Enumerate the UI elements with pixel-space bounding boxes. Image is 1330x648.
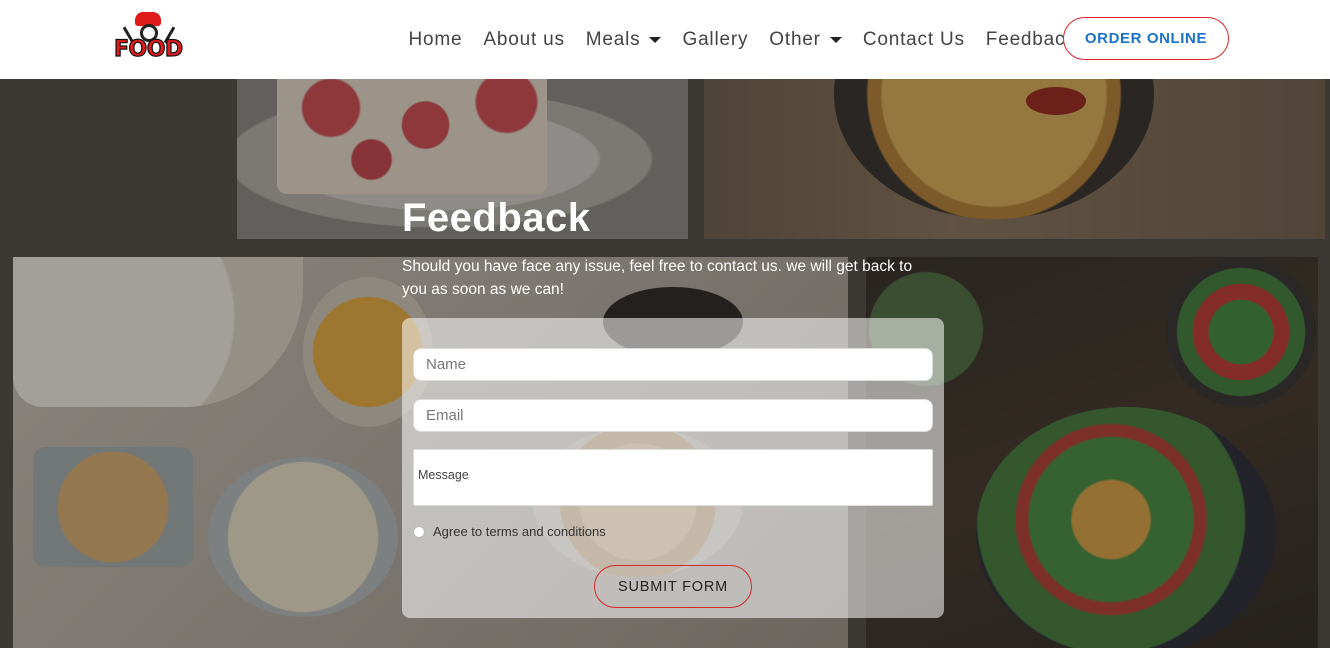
caret-down-icon [649, 36, 662, 43]
logo-text: FOOD [113, 37, 183, 62]
nav-gallery-label: Gallery [682, 28, 749, 50]
feedback-form: Agree to terms and conditions SUBMIT FOR… [402, 318, 944, 618]
navbar: FOOD Home About us Meals Gallery Other C… [0, 0, 1330, 79]
feedback-description: Should you have face any issue, feel fre… [402, 258, 913, 298]
message-textarea[interactable] [413, 449, 933, 506]
nav-other-dropdown[interactable]: Other [759, 29, 853, 51]
agree-terms-radio[interactable] [413, 525, 425, 538]
agree-terms: Agree to terms and conditions [413, 524, 606, 539]
nav-links: Home About us Meals Gallery Other Contac… [398, 0, 1086, 79]
food-logo[interactable]: FOOD [113, 12, 187, 64]
nav-home[interactable]: Home [398, 29, 473, 51]
order-online-button[interactable]: ORDER ONLINE [1063, 17, 1229, 60]
caret-down-icon [829, 36, 842, 43]
nav-meals-dropdown[interactable]: Meals [575, 29, 672, 51]
page-title: Feedback [402, 196, 591, 240]
nav-about-label: About us [483, 28, 565, 50]
nav-about-us[interactable]: About us [473, 29, 575, 51]
nav-gallery[interactable]: Gallery [672, 29, 759, 51]
nav-meals-label: Meals [585, 28, 641, 50]
agree-terms-label[interactable]: Agree to terms and conditions [433, 524, 606, 539]
nav-contact-us[interactable]: Contact Us [852, 29, 975, 51]
nav-contact-label: Contact Us [862, 28, 965, 50]
nav-other-label: Other [769, 28, 821, 50]
nav-home-label: Home [408, 28, 463, 50]
name-input[interactable] [413, 348, 933, 381]
email-input[interactable] [413, 399, 933, 432]
submit-form-button[interactable]: SUBMIT FORM [594, 565, 752, 608]
